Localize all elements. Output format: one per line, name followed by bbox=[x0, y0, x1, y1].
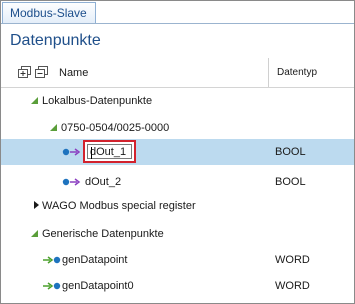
expanded-triangle-icon[interactable] bbox=[50, 124, 57, 131]
tree-label: dOut_2 bbox=[85, 176, 122, 188]
tree-row-dout1[interactable]: BOOL bbox=[1, 139, 354, 165]
tree-row-module[interactable]: 0750-0504/0025-0000 bbox=[1, 115, 354, 141]
generic-datapoint-icon bbox=[43, 256, 61, 264]
expanded-triangle-icon[interactable] bbox=[31, 230, 38, 237]
datatype-cell: WORD bbox=[275, 254, 310, 266]
tree-row-generic-datapoints[interactable]: Generische Datenpunkte bbox=[1, 221, 354, 247]
generic-datapoint-icon bbox=[43, 282, 61, 290]
column-name-header[interactable]: Name bbox=[59, 67, 88, 79]
tree-row-gen-datapoint[interactable]: genDatapoint WORD bbox=[1, 247, 354, 273]
page-title: Datenpunkte bbox=[10, 32, 101, 49]
column-type-header[interactable]: Datentyp bbox=[277, 67, 317, 78]
tree-row-dout2[interactable]: dOut_2 BOOL bbox=[1, 169, 354, 195]
column-header: Name Datentyp bbox=[1, 56, 354, 88]
datatype-cell: BOOL bbox=[275, 146, 306, 158]
tree-label: 0750-0504/0025-0000 bbox=[61, 122, 170, 134]
output-datapoint-icon bbox=[62, 178, 81, 186]
expand-all-icon[interactable] bbox=[18, 66, 31, 78]
tab-modbus-slave[interactable]: Modbus-Slave bbox=[2, 2, 96, 23]
rename-input-value: dOut_1 bbox=[90, 146, 127, 158]
tab-strip: Modbus-Slave bbox=[1, 1, 354, 24]
tree-label: Lokalbus-Datenpunkte bbox=[42, 95, 153, 107]
rename-input[interactable]: dOut_1 bbox=[87, 144, 132, 159]
collapse-all-icon[interactable] bbox=[35, 66, 48, 78]
rename-editor-highlight[interactable]: dOut_1 bbox=[83, 140, 136, 163]
modbus-slave-panel: Modbus-Slave Datenpunkte Name Datentyp L… bbox=[0, 0, 355, 304]
tree-label: genDatapoint bbox=[62, 254, 128, 266]
tree-row-gen-datapoint0[interactable]: genDatapoint0 WORD bbox=[1, 273, 354, 299]
output-datapoint-icon bbox=[62, 148, 81, 156]
tree-row-local-bus[interactable]: Lokalbus-Datenpunkte bbox=[1, 88, 354, 114]
column-divider[interactable] bbox=[268, 58, 269, 87]
datatype-cell: WORD bbox=[275, 280, 310, 292]
text-caret bbox=[91, 147, 92, 159]
tree-label: WAGO Modbus special register bbox=[42, 200, 196, 212]
datatype-cell: BOOL bbox=[275, 176, 306, 188]
tree-label: Generische Datenpunkte bbox=[42, 228, 164, 240]
tree-row-wago-special-register[interactable]: WAGO Modbus special register bbox=[1, 193, 354, 219]
tree-label: genDatapoint0 bbox=[62, 280, 134, 292]
collapsed-triangle-icon[interactable] bbox=[34, 201, 39, 209]
expanded-triangle-icon[interactable] bbox=[31, 97, 38, 104]
